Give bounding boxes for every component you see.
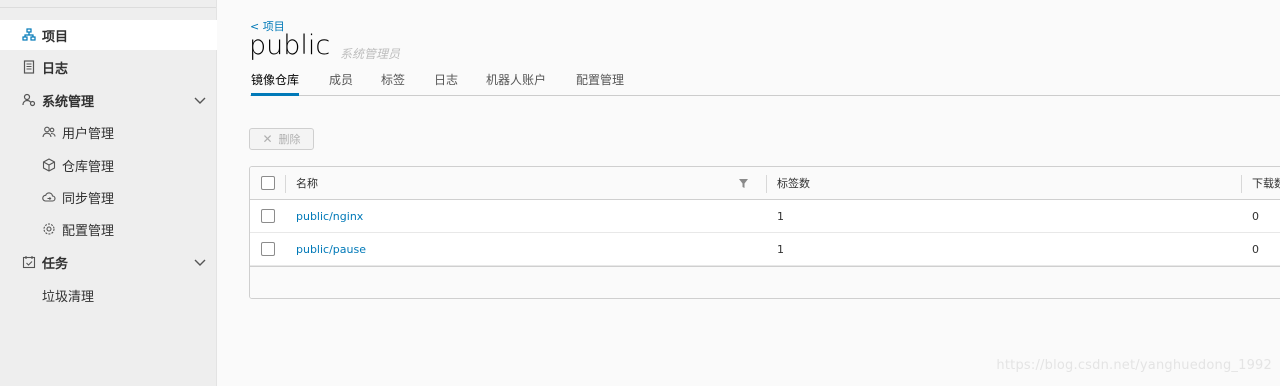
delete-button[interactable]: ✕ 删除	[249, 128, 314, 150]
column-separator	[1241, 175, 1242, 193]
column-header-tags[interactable]: 标签数	[777, 167, 810, 200]
gear-icon	[42, 222, 56, 236]
sidebar-item-config[interactable]: 配置管理	[0, 214, 217, 244]
sidebar: 项目 日志 系统管理 用户管理 仓库管理 同步管理 配置管理 任务 垃圾清理	[0, 0, 217, 386]
admin-icon	[22, 93, 36, 107]
close-icon: ✕	[262, 132, 273, 146]
delete-button-label: 删除	[278, 133, 301, 146]
chevron-down-icon[interactable]	[193, 255, 207, 269]
sidebar-item-label: 项目	[42, 29, 69, 45]
sidebar-item-admin[interactable]: 系统管理	[0, 85, 217, 115]
replication-icon	[42, 190, 56, 204]
pull-count: 0	[1252, 243, 1259, 256]
role-label: 系统管理员	[340, 47, 401, 61]
repository-table: 名称 标签数 下载数 public/nginx 1 0 public/pause…	[249, 166, 1280, 299]
sidebar-item-logs[interactable]: 日志	[0, 52, 217, 82]
column-header-pulls[interactable]: 下载数	[1252, 167, 1280, 200]
sidebar-item-label: 同步管理	[62, 191, 115, 207]
select-all-checkbox[interactable]	[261, 176, 275, 190]
tab-logs[interactable]: 日志	[434, 70, 458, 96]
log-icon	[22, 60, 36, 74]
column-separator	[766, 175, 767, 193]
table-row[interactable]: public/pause 1 0	[250, 233, 1280, 266]
sidebar-item-label: 配置管理	[62, 223, 115, 239]
repository-name-link[interactable]: public/nginx	[296, 200, 363, 233]
sidebar-item-projects[interactable]: 项目	[0, 20, 217, 50]
project-icon	[22, 28, 36, 42]
filter-icon[interactable]	[739, 179, 748, 188]
sidebar-item-replication[interactable]: 同步管理	[0, 182, 217, 212]
sidebar-item-gc[interactable]: 垃圾清理	[0, 280, 217, 310]
table-row[interactable]: public/nginx 1 0	[250, 200, 1280, 233]
watermark-text: https://blog.csdn.net/yanghuedong_1992	[996, 358, 1272, 373]
project-tabs: 镜像仓库 成员 标签 日志 机器人账户 配置管理	[250, 70, 1280, 96]
sidebar-item-label: 垃圾清理	[42, 289, 95, 305]
sidebar-item-registries[interactable]: 仓库管理	[0, 150, 217, 180]
registry-icon	[42, 158, 56, 172]
tab-configuration[interactable]: 配置管理	[576, 70, 624, 96]
sidebar-item-label: 任务	[42, 256, 69, 272]
row-checkbox[interactable]	[261, 209, 275, 223]
repository-name-link[interactable]: public/pause	[296, 233, 366, 266]
sidebar-item-tasks[interactable]: 任务	[0, 247, 217, 277]
users-icon	[42, 125, 56, 139]
tab-labels[interactable]: 标签	[381, 70, 405, 96]
sidebar-item-users[interactable]: 用户管理	[0, 117, 217, 147]
tag-count: 1	[777, 243, 784, 256]
row-checkbox[interactable]	[261, 242, 275, 256]
table-footer	[250, 266, 1280, 298]
tab-members[interactable]: 成员	[329, 70, 353, 96]
sidebar-item-label: 仓库管理	[62, 159, 115, 175]
table-header: 名称 标签数 下载数	[250, 167, 1280, 200]
tag-count: 1	[777, 210, 784, 223]
sidebar-item-label: 系统管理	[42, 94, 95, 110]
column-header-name[interactable]: 名称	[296, 167, 318, 200]
pull-count: 0	[1252, 210, 1259, 223]
sidebar-item-label: 用户管理	[62, 126, 115, 142]
sidebar-item-label: 日志	[42, 61, 69, 77]
chevron-down-icon[interactable]	[193, 93, 207, 107]
sidebar-top-divider	[0, 0, 216, 8]
tab-repositories[interactable]: 镜像仓库	[251, 70, 300, 96]
tab-robot-accounts[interactable]: 机器人账户	[486, 70, 546, 96]
column-separator	[285, 175, 286, 193]
page-title: public	[249, 30, 331, 61]
task-icon	[22, 255, 36, 269]
